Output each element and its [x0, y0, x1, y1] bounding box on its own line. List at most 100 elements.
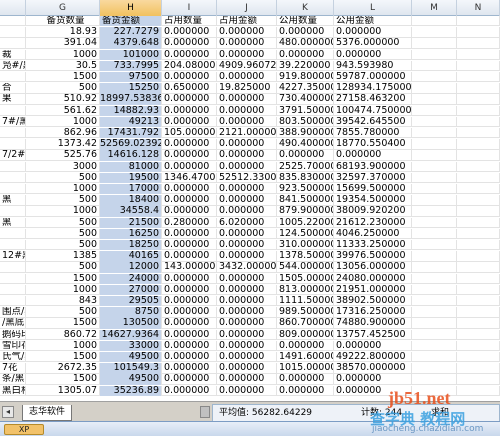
cell-row-label[interactable]: 黑 [0, 195, 26, 206]
cell-col-j[interactable]: 0.000000 [217, 161, 277, 172]
cell-col-j[interactable]: 0.000000 [217, 49, 277, 60]
column-header-k[interactable]: K [277, 0, 334, 16]
cell-col-j[interactable]: 0.000000 [217, 228, 277, 240]
cell-m[interactable] [412, 206, 457, 217]
cell-col-h[interactable]: 101549.3 [100, 363, 162, 374]
cell-col-l[interactable]: 68193.900000 [334, 161, 412, 172]
cell-m[interactable] [412, 352, 457, 363]
cell-col-l[interactable]: 15699.500000 [334, 184, 412, 195]
cell-row-label[interactable] [0, 72, 26, 83]
cell-col-i[interactable]: 105.000000 [162, 128, 217, 139]
cell-col-h[interactable]: 17000 [100, 184, 162, 195]
cell-col-i[interactable]: 0.000000 [162, 240, 217, 251]
cell-col-h[interactable]: 34558.4 [100, 206, 162, 217]
cell-col-i[interactable]: 0.000000 [162, 49, 217, 60]
cell-col-g[interactable]: 843 [26, 296, 100, 307]
cell-col-l[interactable]: 13757.452500 [334, 329, 412, 340]
cell-col-g[interactable]: 500 [26, 307, 100, 318]
cell-row-label[interactable] [0, 184, 26, 195]
cell-m[interactable] [412, 273, 457, 284]
cell-n[interactable] [457, 217, 500, 228]
cell-n[interactable] [457, 385, 500, 396]
cell-col-i[interactable]: 0.000000 [162, 139, 217, 150]
cell-row-label[interactable]: 围点/黑底白 [0, 307, 26, 318]
cell-col-g[interactable]: 1000 [26, 206, 100, 217]
cell-col-j[interactable]: 0.000000 [217, 72, 277, 83]
cell-col-j[interactable]: 0.000000 [217, 94, 277, 105]
cell-col-l[interactable]: 38902.500000 [334, 296, 412, 307]
cell-col-l[interactable]: 38009.920200 [334, 206, 412, 217]
cell-col-l[interactable]: 17316.250000 [334, 307, 412, 318]
cell-row-label[interactable]: 黑 [0, 217, 26, 228]
cell-col-g[interactable]: 30.5 [26, 60, 100, 72]
cell-row-label[interactable] [0, 172, 26, 184]
cell-col-h[interactable]: 40165 [100, 251, 162, 262]
cell-col-j[interactable]: 0.000000 [217, 307, 277, 318]
cell-col-g[interactable]: 3000 [26, 161, 100, 172]
worksheet-grid[interactable]: 备货数量 备货金额 占用数量 占用金额 公用数量 公用金额 18.93 227.7… [0, 16, 500, 401]
cell-col-i[interactable]: 204.080000 [162, 60, 217, 72]
cell-m[interactable] [412, 94, 457, 105]
cell-col-k[interactable]: 1378.500000 [277, 251, 334, 262]
cell-col-h[interactable]: 29505 [100, 296, 162, 307]
cell-col-h[interactable]: 8750 [100, 307, 162, 318]
cell-row-label[interactable]: /黑底白条 [0, 318, 26, 329]
cell-row-label[interactable] [0, 105, 26, 116]
cell-col-g[interactable]: 500 [26, 262, 100, 273]
cell-m[interactable] [412, 128, 457, 139]
cell-row-label[interactable]: 7#/黑 [0, 116, 26, 128]
cell-col-i[interactable]: 1346.470000 [162, 172, 217, 184]
cell-col-l[interactable]: 18770.550400 [334, 139, 412, 150]
cell-header-l[interactable]: 公用金额 [334, 16, 412, 27]
cell-row-label[interactable]: 合 [0, 83, 26, 94]
cell-col-i[interactable]: 0.000000 [162, 251, 217, 262]
cell-col-i[interactable]: 0.000000 [162, 340, 217, 352]
cell-col-i[interactable]: 0.000000 [162, 38, 217, 49]
cell-col-j[interactable]: 0.000000 [217, 340, 277, 352]
cell-col-g[interactable]: 500 [26, 240, 100, 251]
cell-col-k[interactable]: 388.900000 [277, 128, 334, 139]
cell-col-l[interactable]: 21951.000000 [334, 284, 412, 296]
cell-m[interactable] [412, 318, 457, 329]
cell-col-l[interactable]: 24080.000000 [334, 273, 412, 284]
cell-n[interactable] [457, 172, 500, 184]
cell-col-i[interactable]: 0.000000 [162, 206, 217, 217]
cell-col-i[interactable]: 0.000000 [162, 27, 217, 38]
cell-row-label[interactable]: 果 [0, 94, 26, 105]
cell-col-g[interactable]: 1000 [26, 116, 100, 128]
cell-col-h[interactable]: 97500 [100, 72, 162, 83]
cell-col-j[interactable]: 0.000000 [217, 385, 277, 396]
cell-col-g[interactable]: 1385 [26, 251, 100, 262]
cell-col-h[interactable]: 227.7279 [100, 27, 162, 38]
cell-col-j[interactable]: 0.000000 [217, 284, 277, 296]
cell-n[interactable] [457, 27, 500, 38]
cell-n[interactable] [457, 83, 500, 94]
cell-col-i[interactable]: 0.000000 [162, 105, 217, 116]
cell-col-h[interactable]: 16250 [100, 228, 162, 240]
cell-col-h[interactable]: 19500 [100, 172, 162, 184]
cell-col-j[interactable]: 0.000000 [217, 105, 277, 116]
cell-col-j[interactable]: 3432.000000 [217, 262, 277, 273]
cell-m[interactable] [412, 284, 457, 296]
cell-col-g[interactable]: 862.96 [26, 128, 100, 139]
cell-col-j[interactable]: 0.000000 [217, 38, 277, 49]
cell-col-l[interactable]: 27158.463200 [334, 94, 412, 105]
column-header-n[interactable]: N [457, 0, 500, 16]
cell-col-g[interactable]: 1000 [26, 49, 100, 60]
cell-n[interactable] [457, 116, 500, 128]
cell-row-label[interactable] [0, 161, 26, 172]
cell-m[interactable] [412, 116, 457, 128]
cell-col-i[interactable]: 0.000000 [162, 184, 217, 195]
cell-col-k[interactable]: 803.500000 [277, 116, 334, 128]
cell-col-g[interactable]: 500 [26, 228, 100, 240]
cell-col-j[interactable]: 0.000000 [217, 150, 277, 161]
cell-col-k[interactable]: 39.220000 [277, 60, 334, 72]
cell-col-i[interactable]: 0.000000 [162, 363, 217, 374]
cell-col-l[interactable]: 32597.370000 [334, 172, 412, 184]
cell-col-i[interactable]: 0.000000 [162, 195, 217, 206]
cell-col-i[interactable]: 0.000000 [162, 329, 217, 340]
cell-row-label[interactable] [0, 296, 26, 307]
cell-row-label[interactable]: 7花 [0, 363, 26, 374]
cell-row-label[interactable]: 黑白格 [0, 385, 26, 396]
cell-n[interactable] [457, 139, 500, 150]
